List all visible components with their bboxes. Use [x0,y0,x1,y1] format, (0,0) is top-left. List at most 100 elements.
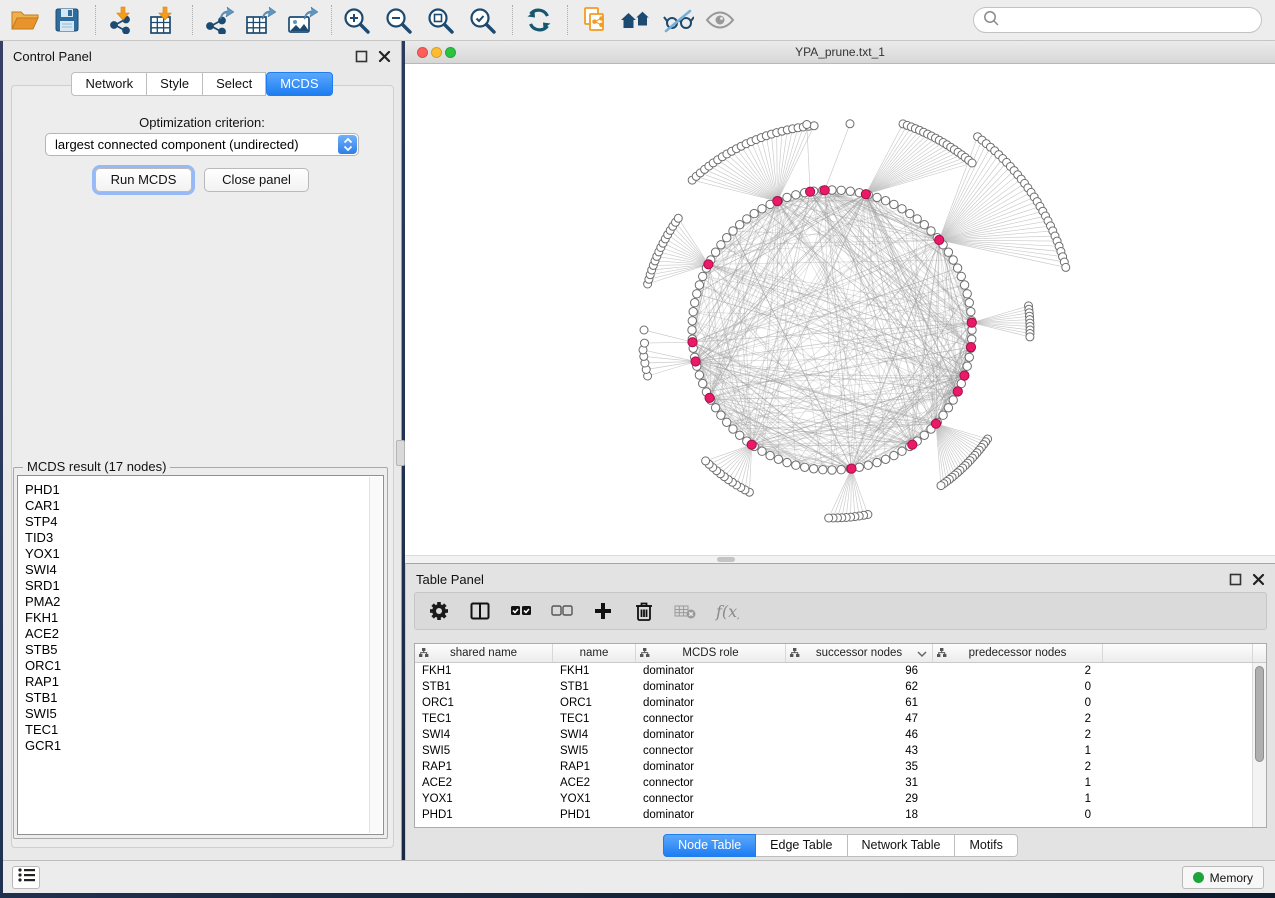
mcds-result-list[interactable]: PHD1CAR1STP4TID3YOX1SWI4SRD1PMA2FKH1ACE2… [17,475,384,835]
cell-MCDS-role[interactable]: dominator [636,665,786,677]
mcds-result-item[interactable]: SRD1 [25,578,383,594]
tab-node-table[interactable]: Node Table [663,834,756,857]
cell-MCDS-role[interactable]: dominator [636,681,786,693]
export-image-icon[interactable] [286,6,320,34]
zoom-light[interactable] [445,47,456,58]
mcds-result-item[interactable]: GCR1 [25,738,383,754]
mcds-result-item[interactable]: STB5 [25,642,383,658]
cell-successor-nodes[interactable]: 18 [786,809,933,821]
cell-name[interactable]: RAP1 [553,761,636,773]
zoom-selected-icon[interactable] [467,6,501,34]
cell-predecessor-nodes[interactable]: 2 [933,729,1103,741]
cell-predecessor-nodes[interactable]: 1 [933,777,1103,789]
mcds-result-item[interactable]: RAP1 [25,674,383,690]
mcds-result-item[interactable]: YOX1 [25,546,383,562]
column-header-MCDS-role[interactable]: MCDS role [636,644,786,662]
cell-shared-name[interactable]: TEC1 [415,713,553,725]
mcds-result-item[interactable]: PHD1 [25,482,383,498]
cell-predecessor-nodes[interactable]: 2 [933,761,1103,773]
mcds-result-item[interactable]: ORC1 [25,658,383,674]
cell-predecessor-nodes[interactable]: 0 [933,697,1103,709]
mcds-result-item[interactable]: STB1 [25,690,383,706]
network-graph[interactable] [405,64,1275,555]
cell-successor-nodes[interactable]: 96 [786,665,933,677]
network-overview-icon[interactable] [619,6,653,34]
refresh-view-icon[interactable] [522,6,556,34]
cell-MCDS-role[interactable]: connector [636,777,786,789]
network-hscrollbar[interactable] [405,555,1275,563]
cell-predecessor-nodes[interactable]: 1 [933,745,1103,757]
export-table-icon[interactable] [244,6,278,34]
import-network-icon[interactable] [105,6,139,34]
mcds-result-item[interactable]: TID3 [25,530,383,546]
network-from-selection-icon[interactable] [577,6,611,34]
cell-MCDS-role[interactable]: dominator [636,809,786,821]
mcds-result-item[interactable]: CAR1 [25,498,383,514]
cell-successor-nodes[interactable]: 35 [786,761,933,773]
table-row[interactable]: RAP1RAP1dominator352 [415,759,1266,775]
cell-MCDS-role[interactable]: dominator [636,761,786,773]
cell-successor-nodes[interactable]: 47 [786,713,933,725]
column-header-name[interactable]: name [553,644,636,662]
table-row[interactable]: SWI4SWI4dominator462 [415,727,1266,743]
search-input[interactable] [1000,10,1261,30]
mcds-result-item[interactable]: PMA2 [25,594,383,610]
dropdown-stepper-icon[interactable] [338,135,357,154]
zoom-in-icon[interactable] [341,6,375,34]
deselect-all-rows-icon[interactable] [551,600,575,622]
cell-MCDS-role[interactable]: connector [636,793,786,805]
zoom-fit-icon[interactable] [425,6,459,34]
mcds-result-item[interactable]: STP4 [25,514,383,530]
panel-divider-handle[interactable] [396,440,405,466]
split-panel-icon[interactable] [469,600,493,622]
table-row[interactable]: ORC1ORC1dominator610 [415,695,1266,711]
tab-motifs[interactable]: Motifs [955,834,1017,857]
cell-successor-nodes[interactable]: 62 [786,681,933,693]
memory-button[interactable]: Memory [1182,866,1264,889]
cell-successor-nodes[interactable]: 61 [786,697,933,709]
cell-shared-name[interactable]: STB1 [415,681,553,693]
cell-name[interactable]: STB1 [553,681,636,693]
table-vscrollbar[interactable] [1252,663,1266,827]
cell-shared-name[interactable]: ACE2 [415,777,553,789]
minimize-light[interactable] [431,47,442,58]
tab-style[interactable]: Style [147,72,203,96]
select-all-rows-icon[interactable] [510,600,534,622]
close-table-panel-icon[interactable] [1252,573,1265,586]
table-row[interactable]: ACE2ACE2connector311 [415,775,1266,791]
hide-selected-icon[interactable] [661,6,695,34]
cell-successor-nodes[interactable]: 46 [786,729,933,741]
search-box[interactable] [973,7,1262,33]
column-settings-icon[interactable] [428,600,452,622]
close-panel-icon[interactable] [378,50,391,63]
delete-column-icon[interactable] [633,600,657,622]
table-row[interactable]: FKH1FKH1dominator962 [415,663,1266,679]
cell-predecessor-nodes[interactable]: 1 [933,793,1103,805]
close-light[interactable] [417,47,428,58]
cell-shared-name[interactable]: ORC1 [415,697,553,709]
cell-predecessor-nodes[interactable]: 0 [933,681,1103,693]
cell-successor-nodes[interactable]: 43 [786,745,933,757]
cell-name[interactable]: TEC1 [553,713,636,725]
cell-successor-nodes[interactable]: 29 [786,793,933,805]
network-canvas[interactable] [405,64,1275,555]
cell-name[interactable]: ORC1 [553,697,636,709]
open-file-icon[interactable] [8,6,42,34]
mcds-result-item[interactable]: TEC1 [25,722,383,738]
run-mcds-button[interactable]: Run MCDS [95,168,192,192]
cell-shared-name[interactable]: SWI5 [415,745,553,757]
cell-name[interactable]: SWI5 [553,745,636,757]
cell-shared-name[interactable]: RAP1 [415,761,553,773]
cell-MCDS-role[interactable]: connector [636,745,786,757]
cell-name[interactable]: FKH1 [553,665,636,677]
mcds-result-item[interactable]: FKH1 [25,610,383,626]
cell-MCDS-role[interactable]: connector [636,713,786,725]
column-header-shared-name[interactable]: shared name [415,644,553,662]
mcds-result-item[interactable]: SWI4 [25,562,383,578]
table-row[interactable]: TEC1TEC1connector472 [415,711,1266,727]
criterion-dropdown[interactable]: largest connected component (undirected) [45,133,359,156]
save-session-icon[interactable] [50,6,84,34]
tab-network-table[interactable]: Network Table [848,834,956,857]
cell-predecessor-nodes[interactable]: 0 [933,809,1103,821]
cell-name[interactable]: ACE2 [553,777,636,789]
